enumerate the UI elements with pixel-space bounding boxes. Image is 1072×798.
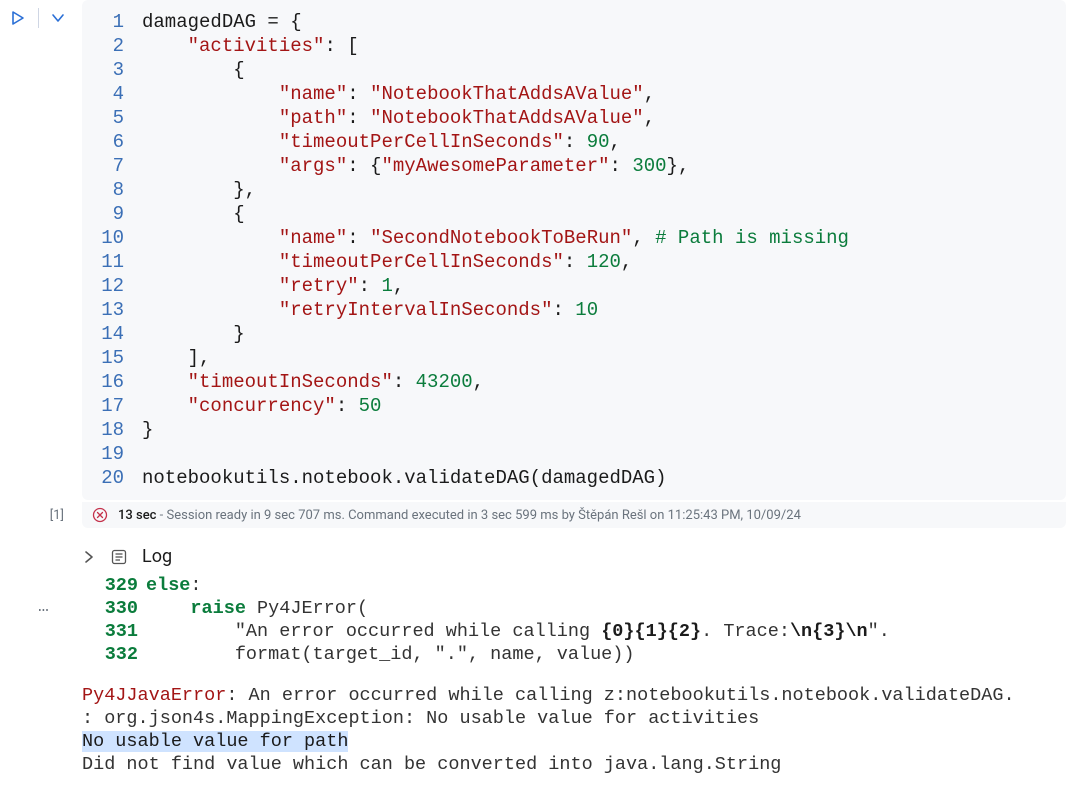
- line-number: 13: [82, 298, 142, 322]
- run-icon[interactable]: [10, 10, 26, 26]
- line-number: 10: [82, 226, 142, 250]
- code-line: 1damagedDAG = {: [82, 10, 1066, 34]
- code-line: 17 "concurrency": 50: [82, 394, 1066, 418]
- line-number: 8: [82, 178, 142, 202]
- code-line: 15 ],: [82, 346, 1066, 370]
- code-line: 14 }: [82, 322, 1066, 346]
- line-number: 3: [82, 58, 142, 82]
- log-header[interactable]: Log: [0, 546, 1072, 568]
- code-line: 8 },: [82, 178, 1066, 202]
- line-number: 4: [82, 82, 142, 106]
- output-line: 329else:: [82, 574, 1072, 597]
- code-line: 18}: [82, 418, 1066, 442]
- line-number: 16: [82, 370, 142, 394]
- code-line: 4 "name": "NotebookThatAddsAValue",: [82, 82, 1066, 106]
- code-line: 6 "timeoutPerCellInSeconds": 90,: [82, 130, 1066, 154]
- run-controls: [10, 8, 65, 28]
- divider: [38, 8, 39, 28]
- line-number: 19: [82, 442, 142, 466]
- log-label: Log: [142, 546, 172, 568]
- output-error-line: No usable value for path: [82, 730, 1072, 753]
- code-line: 5 "path": "NotebookThatAddsAValue",: [82, 106, 1066, 130]
- code-cell: 1damagedDAG = {2 "activities": [3 {4 "na…: [0, 0, 1072, 500]
- cell-gutter: [0, 0, 82, 28]
- line-number: 6: [82, 130, 142, 154]
- output-line: 331 "An error occurred while calling {0}…: [82, 620, 1072, 643]
- execution-status-row: [1] 13 sec - Session ready in 9 sec 707 …: [0, 502, 1072, 528]
- code-line: 13 "retryIntervalInSeconds": 10: [82, 298, 1066, 322]
- code-line: 12 "retry": 1,: [82, 274, 1066, 298]
- execution-detail: - Session ready in 9 sec 707 ms. Command…: [156, 508, 800, 523]
- chevron-down-icon[interactable]: [51, 11, 65, 25]
- line-number: 7: [82, 154, 142, 178]
- output-error-line: Did not find value which can be converte…: [82, 753, 1072, 776]
- execution-count: [1]: [0, 508, 82, 523]
- output-error-line: Py4JJavaError: An error occurred while c…: [82, 684, 1072, 707]
- code-line: 11 "timeoutPerCellInSeconds": 120,: [82, 250, 1066, 274]
- execution-status: 13 sec - Session ready in 9 sec 707 ms. …: [82, 502, 1066, 528]
- more-menu-icon[interactable]: …: [38, 596, 51, 619]
- output-error-line: : org.json4s.MappingException: No usable…: [82, 707, 1072, 730]
- code-line: 3 {: [82, 58, 1066, 82]
- line-number: 9: [82, 202, 142, 226]
- line-number: 2: [82, 34, 142, 58]
- code-line: 9 {: [82, 202, 1066, 226]
- line-number: 15: [82, 346, 142, 370]
- line-number: 20: [82, 466, 142, 490]
- code-line: 19: [82, 442, 1066, 466]
- chevron-right-icon[interactable]: [82, 550, 96, 564]
- line-number: 18: [82, 418, 142, 442]
- line-number: 12: [82, 274, 142, 298]
- log-icon: [110, 548, 128, 566]
- line-number: 17: [82, 394, 142, 418]
- line-number: 5: [82, 106, 142, 130]
- code-line: 7 "args": {"myAwesomeParameter": 300},: [82, 154, 1066, 178]
- code-line: 2 "activities": [: [82, 34, 1066, 58]
- cell-output: … 329else:330 raise Py4JError(331 "An er…: [82, 574, 1072, 776]
- code-line: 20notebookutils.notebook.validateDAG(dam…: [82, 466, 1066, 490]
- output-line: 330 raise Py4JError(: [82, 597, 1072, 620]
- code-editor[interactable]: 1damagedDAG = {2 "activities": [3 {4 "na…: [82, 0, 1066, 500]
- line-number: 1: [82, 10, 142, 34]
- code-line: 16 "timeoutInSeconds": 43200,: [82, 370, 1066, 394]
- output-line: 332 format(target_id, ".", name, value)): [82, 643, 1072, 666]
- line-number: 11: [82, 250, 142, 274]
- execution-duration: 13 sec: [118, 508, 156, 523]
- line-number: 14: [82, 322, 142, 346]
- error-icon: [92, 507, 108, 523]
- code-line: 10 "name": "SecondNotebookToBeRun", # Pa…: [82, 226, 1066, 250]
